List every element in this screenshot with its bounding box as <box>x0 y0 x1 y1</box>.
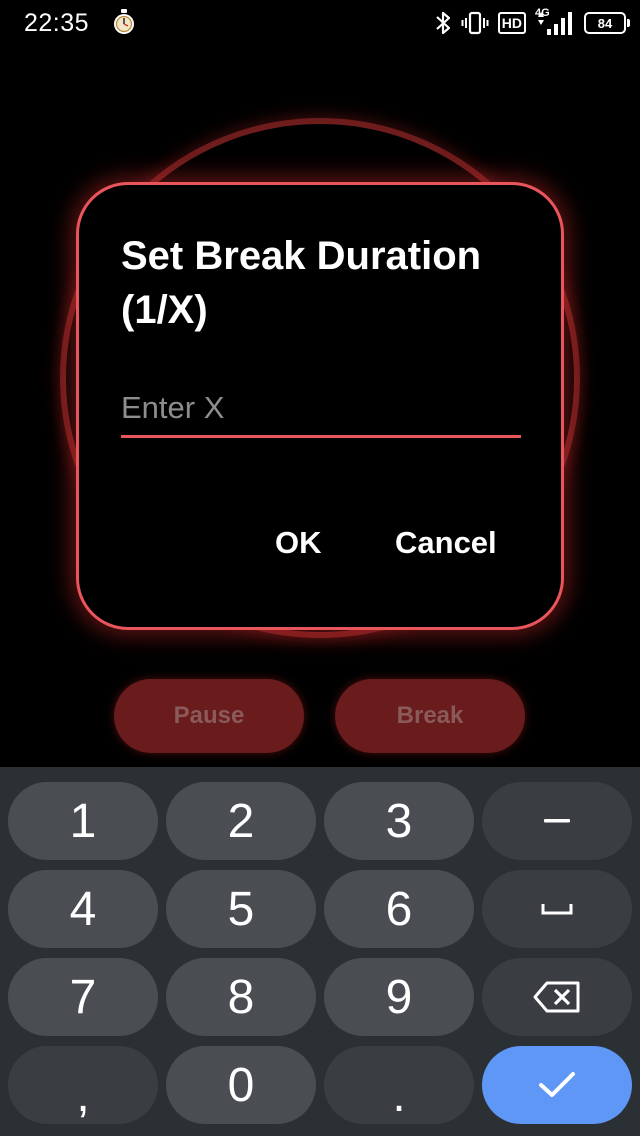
key-period-label: . <box>392 1068 406 1122</box>
pause-button[interactable]: Pause <box>114 679 304 753</box>
bluetooth-icon <box>436 11 450 35</box>
vibrate-icon <box>461 11 489 35</box>
key-comma-label: , <box>76 1068 90 1122</box>
stopwatch-icon <box>114 9 134 34</box>
key-3[interactable]: 3 <box>324 782 474 860</box>
enter-key[interactable] <box>482 1046 632 1124</box>
key-8[interactable]: 8 <box>166 958 316 1036</box>
checkmark-icon <box>539 1072 575 1097</box>
minus-key[interactable] <box>482 782 632 860</box>
ok-button[interactable]: OK <box>267 519 330 567</box>
hd-badge: HD <box>497 12 526 34</box>
break-duration-dialog: Set Break Duration (1/X) OK Cancel <box>76 182 564 630</box>
backspace-icon <box>533 981 580 1013</box>
key-5[interactable]: 5 <box>166 870 316 948</box>
key-9[interactable]: 9 <box>324 958 474 1036</box>
space-icon <box>541 904 573 915</box>
backspace-key[interactable] <box>482 958 632 1036</box>
break-button[interactable]: Break <box>335 679 525 753</box>
status-icons: HD 4G 84 <box>434 7 630 38</box>
key-comma[interactable]: , <box>8 1046 158 1124</box>
key-0[interactable]: 0 <box>166 1046 316 1124</box>
numeric-keyboard: 1 2 3 4 5 6 7 8 9 , 0 . <box>0 767 640 1136</box>
status-bar: 22:35 HD 4G 84 <box>0 0 640 46</box>
status-time: 22:35 <box>24 9 90 37</box>
key-2[interactable]: 2 <box>166 782 316 860</box>
key-4[interactable]: 4 <box>8 870 158 948</box>
key-7[interactable]: 7 <box>8 958 158 1036</box>
break-duration-input[interactable] <box>121 381 521 438</box>
dialog-title: Set Break Duration (1/X) <box>121 234 482 332</box>
key-1[interactable]: 1 <box>8 782 158 860</box>
battery-level: 84 <box>597 15 613 31</box>
space-key[interactable] <box>482 870 632 948</box>
cancel-button[interactable]: Cancel <box>387 519 505 567</box>
signal-icon: 4G <box>535 7 575 37</box>
network-type-label: 4G <box>535 7 550 19</box>
battery-icon: 84 <box>584 12 630 34</box>
key-6[interactable]: 6 <box>324 870 474 948</box>
key-period[interactable]: . <box>324 1046 474 1124</box>
minus-icon <box>544 819 570 823</box>
